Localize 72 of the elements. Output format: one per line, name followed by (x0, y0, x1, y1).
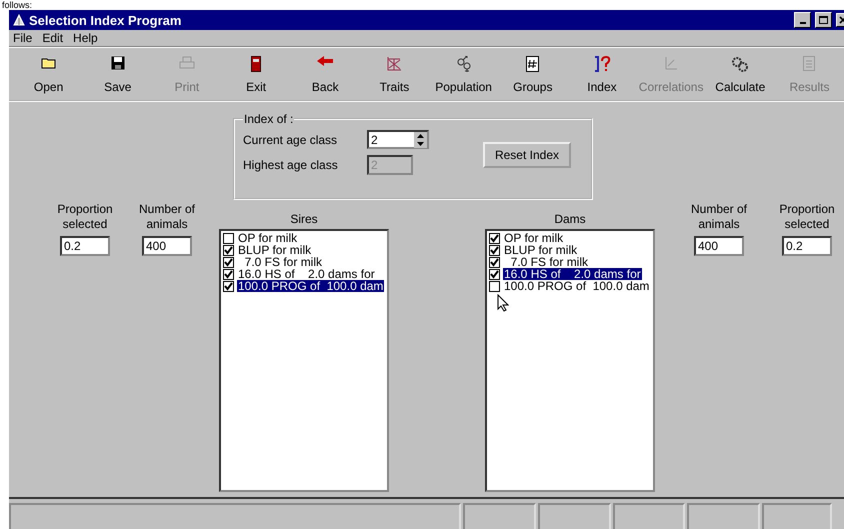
maximize-button[interactable] (815, 12, 832, 28)
list-item[interactable]: 7.0 FS for milk (489, 256, 651, 268)
list-item[interactable]: OP for milk (489, 232, 651, 244)
item-text: 7.0 FS for milk (510, 256, 590, 268)
item-text: 7.0 FS for milk (244, 256, 324, 268)
list-item[interactable]: OP for milk (223, 232, 385, 244)
brace-question-icon (592, 56, 611, 72)
printer-icon (178, 56, 195, 70)
minimize-button[interactable] (794, 12, 811, 28)
input-field[interactable]: 0.2 (782, 236, 832, 256)
menu-item[interactable]: File (13, 31, 32, 45)
triangle-icon (13, 14, 25, 26)
list-item[interactable]: BLUP for milk (489, 244, 651, 256)
document-icon (803, 56, 816, 71)
spin-field[interactable]: 2 (367, 130, 429, 149)
mouse-pointer-icon (497, 294, 509, 312)
list-item[interactable]: BLUP for milk (223, 244, 385, 256)
folder-icon (40, 56, 57, 70)
window-title: Selection Index Program (29, 12, 182, 28)
spin-arrows-icon[interactable] (414, 132, 427, 148)
input-field[interactable]: 0.2 (60, 236, 110, 256)
maximize-icon (819, 16, 828, 24)
checkbox[interactable] (489, 244, 500, 256)
gears-icon (731, 56, 750, 72)
column-label: Proportion selected (56, 202, 114, 232)
field-label: Highest age class (243, 158, 339, 172)
list-title: Sires (290, 212, 318, 226)
input-field[interactable]: 400 (142, 236, 192, 256)
checkbox[interactable] (223, 256, 234, 268)
column-label: Proportion selected (778, 202, 836, 232)
chart-icon (386, 56, 402, 71)
axes-icon (664, 56, 678, 70)
toolbar-button[interactable]: Population (429, 56, 498, 94)
toolbar-button[interactable]: Open (14, 56, 84, 94)
checkbox[interactable] (223, 280, 234, 292)
checkbox[interactable] (223, 268, 234, 280)
checkbox[interactable] (489, 280, 500, 292)
input-field[interactable]: 400 (694, 236, 744, 256)
status-pane (613, 503, 685, 529)
list-title: Dams (554, 212, 586, 226)
checkbox[interactable] (223, 244, 234, 256)
close-icon (839, 16, 844, 24)
checkbox[interactable] (223, 232, 234, 244)
menu-item[interactable]: Help (73, 31, 98, 45)
caption-text: follows: (2, 0, 32, 10)
toolbar-button[interactable]: Exit (222, 56, 291, 94)
gender-symbols-icon (456, 56, 472, 72)
toolbar-button[interactable]: Traits (360, 56, 430, 94)
checkbox[interactable] (489, 256, 500, 268)
item-text: OP for milk (237, 232, 298, 244)
toolbar-button[interactable]: Calculate (706, 56, 775, 94)
column-label: Number of animals (138, 202, 196, 232)
reset-index-button[interactable]: Reset Index (483, 142, 571, 168)
toolbar-button[interactable]: Groups (498, 56, 568, 94)
menu-item[interactable]: Edit (42, 31, 64, 45)
column-label: Number of animals (690, 202, 748, 232)
group-title: Index of : (243, 112, 294, 126)
toolbar-button[interactable]: Save (83, 56, 152, 94)
toolbar-button[interactable]: Back (290, 56, 360, 94)
item-text: OP for milk (503, 232, 564, 244)
hash-document-icon (526, 56, 540, 72)
door-icon (251, 56, 262, 72)
checkbox[interactable] (489, 268, 500, 280)
field-label: Current age class (243, 132, 338, 146)
arrow-left-icon (317, 56, 334, 66)
toolbar-button[interactable]: Index (567, 56, 637, 94)
checkbox[interactable] (489, 232, 500, 244)
list-item[interactable]: 7.0 FS for milk (223, 256, 385, 268)
item-text: BLUP for milk (237, 244, 312, 256)
item-text: BLUP for milk (503, 244, 578, 256)
close-button[interactable] (836, 13, 844, 27)
status-pane (762, 503, 832, 529)
